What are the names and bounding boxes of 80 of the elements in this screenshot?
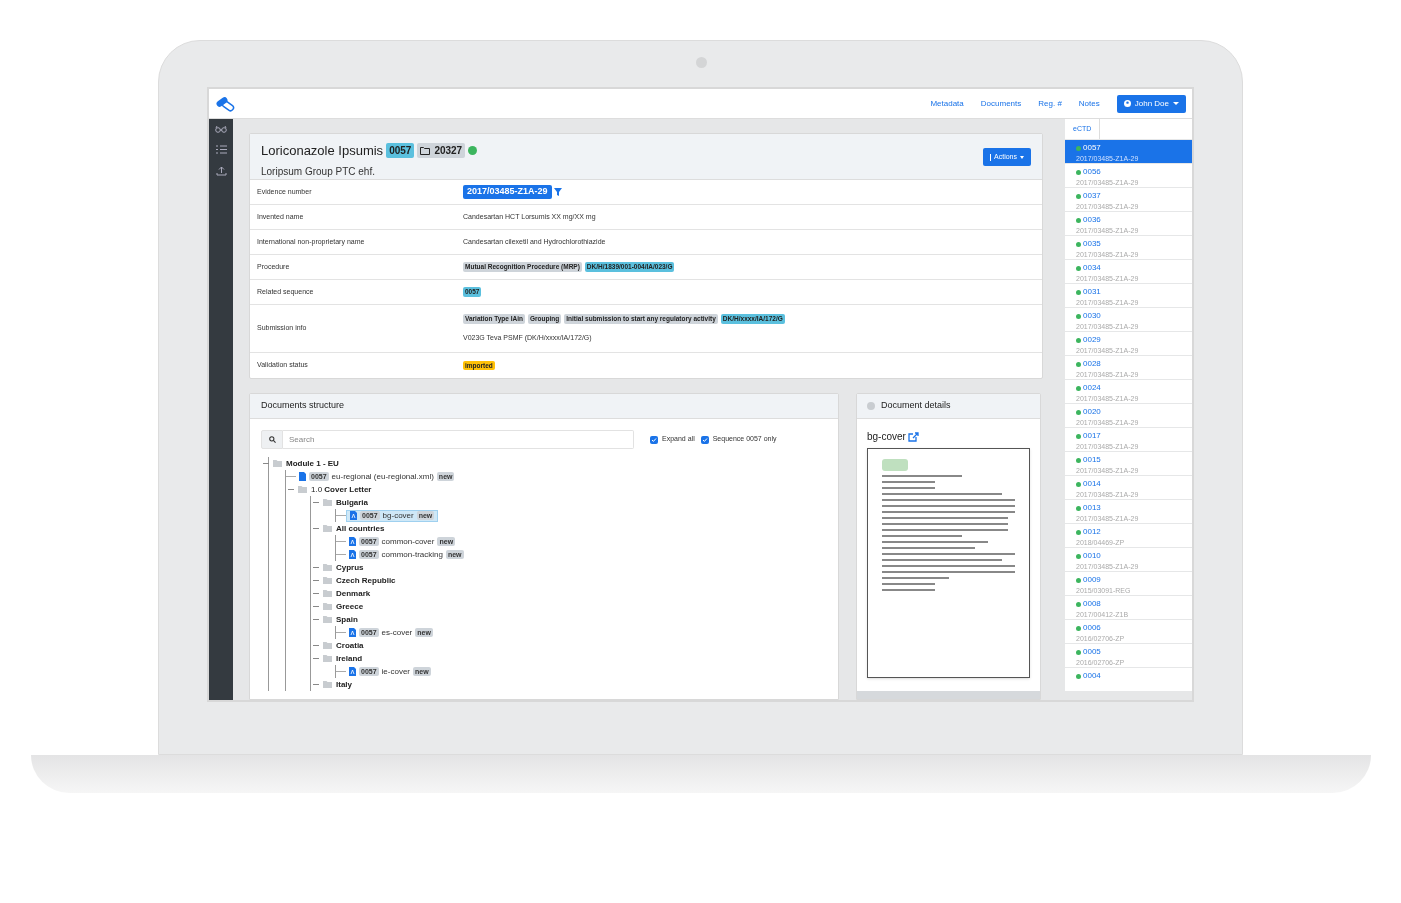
folder-label[interactable]: Denmark xyxy=(336,587,371,600)
folder-label[interactable]: Italy xyxy=(336,678,352,691)
card-title: Document details xyxy=(881,399,951,413)
folder-icon xyxy=(323,525,332,532)
file-name: ie-cover xyxy=(381,665,411,678)
glasses-icon[interactable] xyxy=(215,125,227,133)
file-name: common-tracking xyxy=(381,548,443,561)
list-icon[interactable] xyxy=(215,145,227,154)
sequence-number: 0028 xyxy=(1083,358,1101,370)
file-name: common-cover xyxy=(381,535,435,548)
file-name: eu-regional (eu-regional.xml) xyxy=(331,470,434,483)
checkbox[interactable] xyxy=(700,435,709,444)
sequence-number: 0006 xyxy=(1083,622,1101,634)
sequence-number: 0035 xyxy=(1083,238,1101,250)
sequence-number: 0034 xyxy=(1083,262,1101,274)
sequence-number: 0012 xyxy=(1083,526,1101,538)
sequence-number: 0056 xyxy=(1083,166,1101,178)
nav-link[interactable]: Documents xyxy=(980,97,1022,110)
capsules-logo-icon xyxy=(215,95,235,112)
sequence-number: 0010 xyxy=(1083,550,1101,562)
sequence-number: 0004 xyxy=(1083,670,1101,682)
sequence-number: 0009 xyxy=(1083,574,1101,586)
nav-link[interactable]: Notes xyxy=(1078,97,1100,110)
company-name: Loripsum Group PTC ehf. xyxy=(261,164,376,179)
info-icon xyxy=(867,402,875,410)
folder-label[interactable]: Cyprus xyxy=(336,561,364,574)
upload-icon[interactable] xyxy=(215,166,227,176)
folder-label[interactable]: Module 1 - EU xyxy=(286,457,339,470)
document-icon xyxy=(299,472,306,481)
sequence-number: 0031 xyxy=(1083,286,1101,298)
nav-link[interactable]: Metadata xyxy=(930,97,964,110)
sequence-number: 0014 xyxy=(1083,478,1101,490)
folder-label[interactable]: Croatia xyxy=(336,639,364,652)
folder-label[interactable]: Bulgaria xyxy=(336,496,368,509)
folder-badge: 20327 xyxy=(417,143,466,159)
pdf-file-icon xyxy=(350,511,357,520)
sequence-number: 0057 xyxy=(1083,142,1101,154)
document-name: bg-cover xyxy=(867,430,906,444)
folder-label[interactable]: Czech Republic xyxy=(336,574,396,587)
user-icon xyxy=(1123,100,1131,107)
sequence-number: 0013 xyxy=(1083,502,1101,514)
sequence-number: 0017 xyxy=(1083,430,1101,442)
folder-label[interactable]: All countries xyxy=(336,522,385,535)
folder-icon xyxy=(298,486,307,493)
folder-icon xyxy=(323,681,332,688)
product-title: Loriconazole Ipsumis xyxy=(261,142,384,160)
sequence-number: 0036 xyxy=(1083,214,1101,226)
sequence-number: 0015 xyxy=(1083,454,1101,466)
nav-link[interactable]: Reg. # xyxy=(1038,97,1062,110)
search-icon xyxy=(268,436,276,443)
sequence-number: 0020 xyxy=(1083,406,1101,418)
pdf-file-icon xyxy=(349,550,356,559)
card-title: Documents structure xyxy=(261,399,345,413)
pdf-file-icon xyxy=(349,628,356,637)
sequence-number: 0008 xyxy=(1083,598,1101,610)
folder-label[interactable]: 1.0 Cover Letter xyxy=(311,483,372,496)
folder-icon xyxy=(273,460,282,467)
sequence-number: 0024 xyxy=(1083,382,1101,394)
sequence-number: 0037 xyxy=(1083,190,1101,202)
caret-icon xyxy=(1173,102,1179,105)
pdf-file-icon xyxy=(349,667,356,676)
sequence-number: 0005 xyxy=(1083,646,1101,658)
folder-label[interactable]: Ireland xyxy=(336,652,363,665)
folder-label[interactable]: Spain xyxy=(336,613,358,626)
sequence-item[interactable]: 0004 xyxy=(1065,668,1192,691)
pdf-file-icon xyxy=(349,537,356,546)
checkbox[interactable] xyxy=(650,435,658,444)
sequence-badge: 0057 xyxy=(386,143,415,159)
file-name: bg-cover xyxy=(382,509,414,522)
file-name: es-cover xyxy=(381,626,413,639)
user-menu-button[interactable]: John Doe xyxy=(1116,94,1186,113)
sequence-number: 0029 xyxy=(1083,334,1101,346)
sequence-number: 0030 xyxy=(1083,310,1101,322)
caret-icon xyxy=(1020,155,1024,159)
folder-icon xyxy=(420,146,431,155)
folder-label[interactable]: Greece xyxy=(336,600,364,613)
folder-icon xyxy=(323,499,332,506)
external-link-icon[interactable] xyxy=(907,431,919,442)
filter-icon[interactable] xyxy=(553,188,562,196)
search-field[interactable]: Search xyxy=(283,430,634,449)
